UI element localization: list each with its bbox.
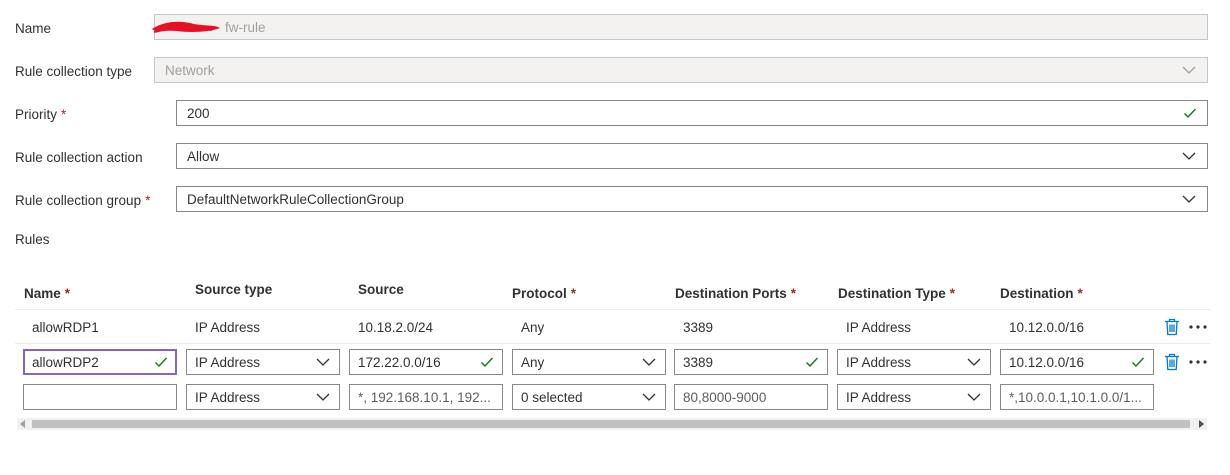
group-label: Rule collection group * xyxy=(15,193,151,208)
row1-destination-type: IP Address xyxy=(846,320,912,335)
group-dropdown[interactable]: DefaultNetworkRuleCollectionGroup xyxy=(176,186,1208,212)
action-label: Rule collection action xyxy=(15,150,143,165)
rules-label: Rules xyxy=(15,232,50,247)
scroll-left-icon[interactable] xyxy=(17,418,29,430)
header-source-type: Source type xyxy=(195,282,273,297)
action-dropdown[interactable]: Allow xyxy=(176,143,1208,169)
trash-icon[interactable] xyxy=(1164,353,1180,371)
row2-destination-input[interactable]: 10.12.0.0/16 xyxy=(1000,349,1154,375)
more-options-icon[interactable] xyxy=(1188,359,1208,365)
new-row-protocol-dropdown[interactable]: 0 selected xyxy=(512,384,666,410)
chevron-down-icon xyxy=(1181,148,1197,164)
chevron-down-icon xyxy=(315,354,331,370)
scrollbar-thumb[interactable] xyxy=(32,420,1190,428)
row2-source-type-dropdown[interactable]: IP Address xyxy=(186,349,340,375)
redaction-mark xyxy=(152,21,220,33)
row1-source-type: IP Address xyxy=(195,320,261,335)
header-name: Name * xyxy=(24,286,71,301)
checkmark-icon xyxy=(154,355,168,369)
new-row-destination-input[interactable]: *,10.0.0.1,10.1.0.0/1... xyxy=(1000,384,1154,410)
new-row-destination-type-dropdown[interactable]: IP Address xyxy=(837,384,991,410)
chevron-down-icon xyxy=(1181,191,1197,207)
header-protocol: Protocol * xyxy=(512,286,577,301)
header-destination-ports: Destination Ports * xyxy=(675,286,797,301)
row1-name: allowRDP1 xyxy=(32,320,99,335)
scroll-right-icon[interactable] xyxy=(1195,418,1207,430)
new-row-source-input[interactable]: *, 192.168.10.1, 192... xyxy=(349,384,503,410)
checkmark-icon xyxy=(805,355,819,369)
checkmark-icon xyxy=(1131,355,1145,369)
header-destination-type: Destination Type * xyxy=(838,286,956,301)
row1-source: 10.18.2.0/24 xyxy=(358,320,434,335)
row2-destination-type-dropdown[interactable]: IP Address xyxy=(837,349,991,375)
new-row-name-input[interactable] xyxy=(23,384,177,410)
new-row-destination-ports-input[interactable]: 80,8000-9000 xyxy=(674,384,828,410)
name-field: fw-rule xyxy=(154,14,1208,40)
priority-label: Priority * xyxy=(15,107,67,122)
row1-protocol: Any xyxy=(521,320,545,335)
horizontal-scrollbar[interactable] xyxy=(17,418,1207,430)
row1-destination: 10.12.0.0/16 xyxy=(1009,320,1085,335)
chevron-down-icon xyxy=(315,389,331,405)
trash-icon[interactable] xyxy=(1164,318,1180,336)
checkmark-icon xyxy=(1183,106,1197,120)
row2-source-input[interactable]: 172.22.0.0/16 xyxy=(349,349,503,375)
chevron-down-icon xyxy=(641,389,657,405)
name-label: Name xyxy=(15,21,52,36)
chevron-down-icon xyxy=(966,389,982,405)
chevron-down-icon xyxy=(966,354,982,370)
row2-protocol-dropdown[interactable]: Any xyxy=(512,349,666,375)
more-options-icon[interactable] xyxy=(1188,324,1208,330)
priority-input[interactable]: 200 xyxy=(176,100,1208,126)
collection-type-dropdown: Network xyxy=(154,57,1208,83)
chevron-down-icon xyxy=(1181,62,1197,78)
collection-type-label: Rule collection type xyxy=(15,64,133,79)
header-divider xyxy=(15,309,1210,310)
chevron-down-icon xyxy=(641,354,657,370)
header-destination: Destination * xyxy=(1000,286,1083,301)
row2-destination-ports-input[interactable]: 3389 xyxy=(674,349,828,375)
row-divider xyxy=(15,343,1210,344)
row2-name-input[interactable]: allowRDP2 xyxy=(23,349,177,375)
checkmark-icon xyxy=(480,355,494,369)
header-source: Source xyxy=(358,282,404,297)
row1-destination-ports: 3389 xyxy=(683,320,714,335)
new-row-source-type-dropdown[interactable]: IP Address xyxy=(186,384,340,410)
